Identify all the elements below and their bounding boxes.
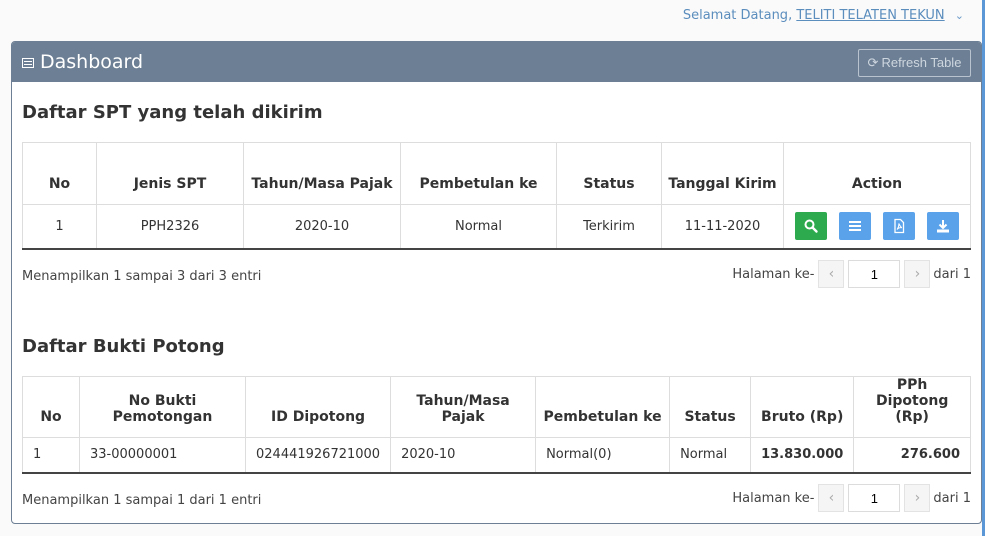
search-icon bbox=[804, 219, 818, 233]
next-page-button[interactable]: › bbox=[904, 484, 931, 512]
user-menu[interactable]: Selamat Datang, TELITI TELATEN TEKUN ⌄ bbox=[683, 8, 964, 23]
user-name[interactable]: TELITI TELATEN TEKUN bbox=[796, 8, 944, 23]
table-header-row: No Jenis SPT Tahun/Masa Pajak Pembetulan… bbox=[22, 142, 971, 205]
page-number-input[interactable] bbox=[848, 260, 901, 288]
chevron-left-icon: ‹ bbox=[828, 490, 835, 506]
next-page-button[interactable]: › bbox=[904, 260, 931, 288]
list-icon bbox=[849, 221, 861, 232]
col-pembetulan[interactable]: Pembetulan ke bbox=[535, 376, 671, 438]
cell-masa: 2020-10 bbox=[390, 437, 537, 473]
col-no[interactable]: No bbox=[22, 142, 97, 205]
panel-title: Dashboard bbox=[22, 51, 143, 73]
dashboard-panel: Dashboard ⟳ Refresh Table Daftar SPT yang… bbox=[11, 41, 982, 524]
refresh-icon: ⟳ bbox=[867, 55, 879, 70]
cell-masa: 2020-10 bbox=[243, 204, 401, 249]
table-row: 1 33-00000001 024441926721000 2020-10 No… bbox=[22, 437, 971, 473]
cell-tanggal: 11-11-2020 bbox=[661, 204, 784, 249]
right-margin bbox=[985, 0, 1000, 536]
cell-id-dipotong: 024441926721000 bbox=[244, 437, 392, 473]
table-row: 1 PPH2326 2020-10 Normal Terkirim 11-11-… bbox=[22, 204, 971, 249]
page-total: dari 1 bbox=[933, 266, 971, 282]
pdf-icon bbox=[894, 219, 905, 234]
page-number-input[interactable] bbox=[848, 484, 901, 512]
chevron-right-icon: › bbox=[914, 490, 921, 506]
cell-actions bbox=[783, 204, 971, 249]
cell-pph: 276.600 bbox=[853, 437, 971, 473]
col-tanggal-kirim[interactable]: Tanggal Kirim bbox=[661, 142, 784, 205]
col-action: Action bbox=[783, 142, 971, 205]
bukti-entries-info: Menampilkan 1 sampai 1 dari 1 entri bbox=[22, 493, 262, 508]
page-label: Halaman ke- bbox=[732, 266, 815, 282]
page-total: dari 1 bbox=[933, 490, 971, 506]
panel-title-text: Dashboard bbox=[40, 51, 144, 73]
spt-entries-info: Menampilkan 1 sampai 3 dari 3 entri bbox=[22, 269, 262, 284]
bukti-section-title: Daftar Bukti Potong bbox=[22, 336, 225, 357]
cell-pembetulan: Normal(0) bbox=[535, 437, 671, 473]
col-tahun-masa[interactable]: Tahun/Masa Pajak bbox=[390, 376, 537, 438]
cell-jenis: PPH2326 bbox=[96, 204, 244, 249]
chevron-down-icon[interactable]: ⌄ bbox=[955, 9, 964, 22]
download-icon bbox=[937, 220, 949, 233]
cell-bruto: 13.830.000 bbox=[750, 437, 855, 473]
cell-status: Terkirim bbox=[556, 204, 662, 249]
col-pembetulan[interactable]: Pembetulan ke bbox=[400, 142, 557, 205]
view-button[interactable] bbox=[795, 212, 827, 241]
bukti-potong-table: No No Bukti Pemotongan ID Dipotong Tahun… bbox=[22, 376, 971, 474]
refresh-table-button[interactable]: ⟳ Refresh Table bbox=[858, 49, 971, 77]
prev-page-button[interactable]: ‹ bbox=[818, 484, 845, 512]
cell-pembetulan: Normal bbox=[400, 204, 557, 249]
cell-no: 1 bbox=[22, 204, 97, 249]
detail-button[interactable] bbox=[839, 212, 871, 241]
pdf-button[interactable] bbox=[883, 212, 915, 241]
col-bruto[interactable]: Bruto (Rp) bbox=[750, 376, 855, 438]
chevron-left-icon: ‹ bbox=[828, 266, 835, 282]
panel-header: Dashboard ⟳ Refresh Table bbox=[12, 42, 981, 82]
col-status[interactable]: Status bbox=[669, 376, 752, 438]
bukti-pagination: Halaman ke- ‹ › dari 1 bbox=[732, 484, 971, 512]
spt-section-title: Daftar SPT yang telah dikirim bbox=[22, 102, 323, 123]
col-id-dipotong[interactable]: ID Dipotong bbox=[244, 376, 392, 438]
download-button[interactable] bbox=[927, 212, 959, 241]
prev-page-button[interactable]: ‹ bbox=[818, 260, 845, 288]
greeting-text: Selamat Datang, bbox=[682, 8, 797, 23]
table-icon bbox=[22, 58, 34, 68]
col-jenis-spt[interactable]: Jenis SPT bbox=[96, 142, 244, 205]
col-pph-dipotong[interactable]: PPh Dipotong (Rp) bbox=[853, 376, 971, 438]
cell-no: 1 bbox=[22, 437, 80, 473]
page-label: Halaman ke- bbox=[732, 490, 815, 506]
spt-table: No Jenis SPT Tahun/Masa Pajak Pembetulan… bbox=[22, 142, 971, 250]
col-status[interactable]: Status bbox=[556, 142, 662, 205]
col-tahun-masa[interactable]: Tahun/Masa Pajak bbox=[243, 142, 401, 205]
spt-pagination: Halaman ke- ‹ › dari 1 bbox=[732, 260, 971, 288]
col-no-bukti[interactable]: No Bukti Pemotongan bbox=[79, 376, 246, 438]
refresh-label: Refresh Table bbox=[881, 55, 962, 70]
table-header-row: No No Bukti Pemotongan ID Dipotong Tahun… bbox=[22, 376, 971, 438]
chevron-right-icon: › bbox=[914, 266, 921, 282]
cell-status: Normal bbox=[669, 437, 752, 473]
cell-no-bukti: 33-00000001 bbox=[79, 437, 246, 473]
col-no[interactable]: No bbox=[22, 376, 80, 438]
